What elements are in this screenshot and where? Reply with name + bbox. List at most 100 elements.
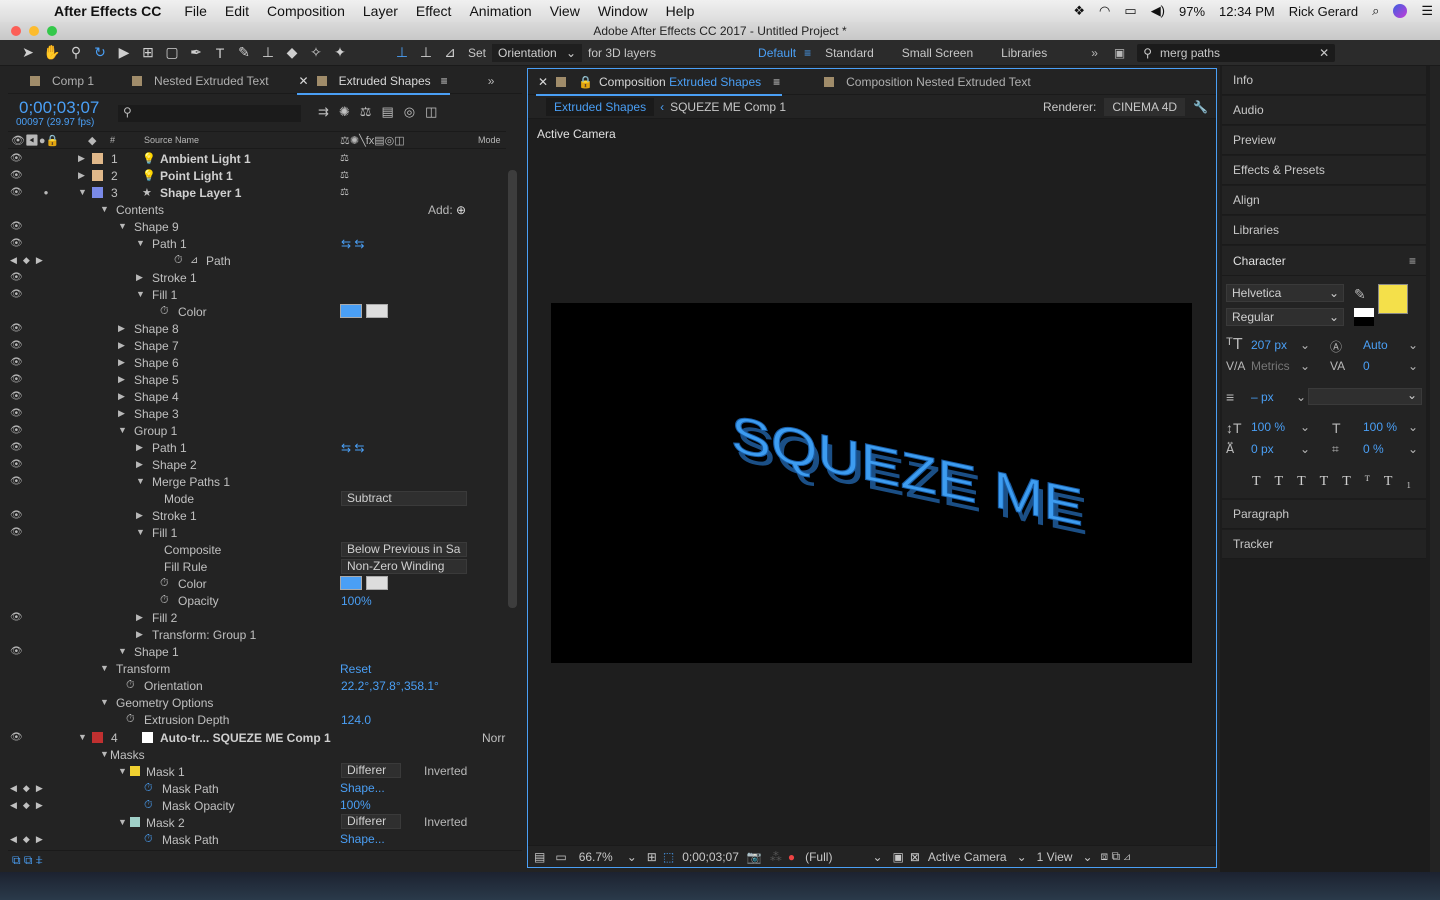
mode-column[interactable]: Mode bbox=[478, 135, 501, 145]
expand-triangle-down-icon[interactable]: ▼ bbox=[100, 204, 109, 214]
mask-color[interactable] bbox=[130, 817, 140, 827]
kerning-value[interactable]: Metrics bbox=[1251, 359, 1290, 373]
zoom-window-button[interactable] bbox=[47, 26, 57, 36]
label-color[interactable] bbox=[92, 732, 103, 743]
stopwatch-icon[interactable]: ⏱ bbox=[126, 713, 135, 726]
pen-tool-icon[interactable]: ✒ bbox=[184, 43, 208, 63]
eye-icon[interactable]: 👁 bbox=[10, 187, 23, 198]
eraser-tool-icon[interactable]: ◆ bbox=[280, 43, 304, 63]
tree-row[interactable]: ⏱ Color bbox=[8, 303, 506, 320]
eye-icon[interactable]: 👁 bbox=[10, 612, 23, 623]
clone-stamp-tool-icon[interactable]: ⊥ bbox=[256, 43, 280, 63]
tree-row[interactable]: ⏱ Opacity bbox=[8, 592, 506, 609]
workspace-menu-icon[interactable]: ≡ bbox=[804, 46, 811, 60]
clock[interactable]: 12:34 PM bbox=[1219, 4, 1275, 19]
expand-triangle-down-icon[interactable]: ▼ bbox=[118, 221, 127, 231]
world-axis-icon[interactable]: ⊥ bbox=[414, 43, 438, 63]
tree-row[interactable]: 👁 ▶ Stroke 1 bbox=[8, 269, 506, 286]
eye-icon[interactable]: 👁 bbox=[10, 374, 23, 385]
tree-row[interactable]: 👁 ▶ Shape 2 bbox=[8, 456, 506, 473]
property-name[interactable]: Path 1 bbox=[152, 237, 187, 251]
eye-icon[interactable]: 👁 bbox=[10, 238, 23, 249]
close-window-button[interactable] bbox=[11, 26, 21, 36]
black-white-swatch[interactable] bbox=[1354, 308, 1374, 326]
orientation-value[interactable]: 22.2°,37.8°,358.1° bbox=[341, 679, 439, 693]
menu-composition[interactable]: Composition bbox=[267, 3, 345, 19]
preview-icon[interactable]: ▤ bbox=[534, 850, 545, 864]
layer-row[interactable]: 👁 ▼ 4 Auto-tr... SQUEZE ME Comp 1 Norr bbox=[8, 729, 506, 746]
eye-icon[interactable]: 👁 bbox=[10, 732, 23, 743]
property-name[interactable]: Masks bbox=[110, 748, 145, 762]
property-name[interactable]: Shape 4 bbox=[134, 390, 179, 404]
add-icon[interactable]: ⊕ bbox=[456, 203, 466, 217]
add-property-button[interactable]: Add: bbox=[428, 203, 453, 217]
property-name[interactable]: Composite bbox=[164, 543, 221, 557]
fast-preview-icon[interactable]: ▣ bbox=[893, 850, 904, 864]
eye-icon[interactable]: 👁 bbox=[10, 289, 23, 300]
tree-row[interactable]: ⏱ Extrusion Depth bbox=[8, 711, 506, 728]
mask-opacity-value[interactable]: 100% bbox=[340, 798, 371, 812]
property-name[interactable]: Shape 7 bbox=[134, 339, 179, 353]
tree-row[interactable]: ▶ Transform: Group 1 bbox=[8, 626, 506, 643]
tree-row[interactable]: 👁 ▼ Group 1 bbox=[8, 422, 506, 439]
menu-file[interactable]: File bbox=[184, 3, 207, 19]
property-name[interactable]: Path 1 bbox=[152, 441, 187, 455]
tsume-value[interactable]: 0 % bbox=[1363, 442, 1384, 456]
reset-link[interactable]: Reset bbox=[340, 662, 371, 676]
layer-name[interactable]: Shape Layer 1 bbox=[160, 186, 241, 200]
expand-triangle-icon[interactable]: ▶ bbox=[136, 510, 143, 521]
comp-flowchart-icon[interactable]: ⧉ ⧉ ⋕ bbox=[12, 853, 43, 868]
tree-row[interactable]: ▼ Transform bbox=[8, 660, 506, 677]
stopwatch-icon[interactable]: ⏱ bbox=[160, 305, 169, 318]
graph-icon[interactable]: ⊿ bbox=[190, 255, 198, 266]
roto-brush-tool-icon[interactable]: ✧ bbox=[304, 43, 328, 63]
tab-comp-1[interactable]: Comp 1 bbox=[8, 68, 104, 94]
breadcrumb-extruded-shapes[interactable]: Extruded Shapes bbox=[546, 97, 655, 116]
footer-timecode[interactable]: 0;00;03;07 bbox=[682, 850, 739, 864]
mask-1-inverted[interactable]: Inverted bbox=[424, 764, 467, 778]
property-name[interactable]: Stroke 1 bbox=[152, 509, 197, 523]
layer-row[interactable]: 👁 ● ▼ 3 ★ Shape Layer 1 ⚖ bbox=[8, 184, 506, 201]
eye-icon[interactable]: 👁 bbox=[10, 527, 23, 538]
tree-row[interactable]: 👁 ▶ Shape 3 bbox=[8, 405, 506, 422]
expand-triangle-down-icon[interactable]: ▼ bbox=[100, 749, 109, 759]
property-name[interactable]: Color bbox=[178, 577, 207, 591]
stopwatch-icon[interactable]: ⏱ bbox=[126, 679, 135, 692]
stopwatch-icon[interactable]: ⏱ bbox=[144, 799, 153, 812]
local-axis-icon[interactable]: ⊥ bbox=[390, 43, 414, 63]
panel-libraries[interactable]: Libraries bbox=[1222, 216, 1426, 245]
keyframe-nav-icon[interactable]: ◀◆▶ bbox=[10, 255, 49, 266]
eyedropper-icon[interactable]: ✎ bbox=[1354, 286, 1366, 303]
mask-path-value[interactable]: Shape... bbox=[340, 781, 385, 795]
type-tool-icon[interactable]: T bbox=[208, 43, 232, 63]
selection-tool-icon[interactable]: ➤ bbox=[16, 43, 40, 63]
airplay-icon[interactable]: ▭ bbox=[1124, 3, 1136, 19]
eye-icon[interactable]: 👁 bbox=[10, 221, 23, 232]
property-name[interactable]: Transform bbox=[116, 662, 170, 676]
property-name[interactable]: Contents bbox=[116, 203, 164, 217]
pan-behind-tool-icon[interactable]: ⊞ bbox=[136, 43, 160, 63]
fill-rule-dropdown[interactable]: Non-Zero Winding bbox=[341, 559, 467, 574]
stopwatch-icon[interactable]: ⏱ bbox=[160, 577, 169, 590]
tree-row[interactable]: 👁 ▶ Shape 4 bbox=[8, 388, 506, 405]
more-workspaces-icon[interactable]: » bbox=[1091, 46, 1098, 60]
baseline-shift-value[interactable]: 0 px bbox=[1251, 442, 1274, 456]
eye-icon[interactable]: 👁 bbox=[10, 476, 23, 487]
expand-triangle-down-icon[interactable]: ▼ bbox=[136, 527, 145, 537]
menu-view[interactable]: View bbox=[550, 3, 580, 19]
label-color[interactable] bbox=[92, 187, 103, 198]
channel-icon[interactable]: ● bbox=[788, 850, 795, 864]
panel-effects-presets[interactable]: Effects & Presets bbox=[1222, 156, 1426, 185]
app-name[interactable]: After Effects CC bbox=[54, 3, 161, 19]
fill-color-swatch[interactable] bbox=[1378, 284, 1408, 314]
stroke-style-dropdown[interactable]: ⌄ bbox=[1308, 388, 1422, 405]
panel-align[interactable]: Align bbox=[1222, 186, 1426, 215]
tree-row[interactable]: 👁 ▶ Shape 7 bbox=[8, 337, 506, 354]
transparency-grid-icon[interactable]: ⊠ bbox=[910, 850, 920, 864]
label-color[interactable] bbox=[92, 170, 103, 181]
panel-tracker[interactable]: Tracker bbox=[1222, 530, 1426, 559]
3d-view-icons[interactable]: ⧈ ⧉ ⊿ bbox=[1101, 849, 1131, 864]
camera-tool-icon[interactable]: ▶ bbox=[112, 43, 136, 63]
property-name[interactable]: Shape 5 bbox=[134, 373, 179, 387]
grid-icon[interactable]: ⊞ bbox=[647, 850, 657, 864]
